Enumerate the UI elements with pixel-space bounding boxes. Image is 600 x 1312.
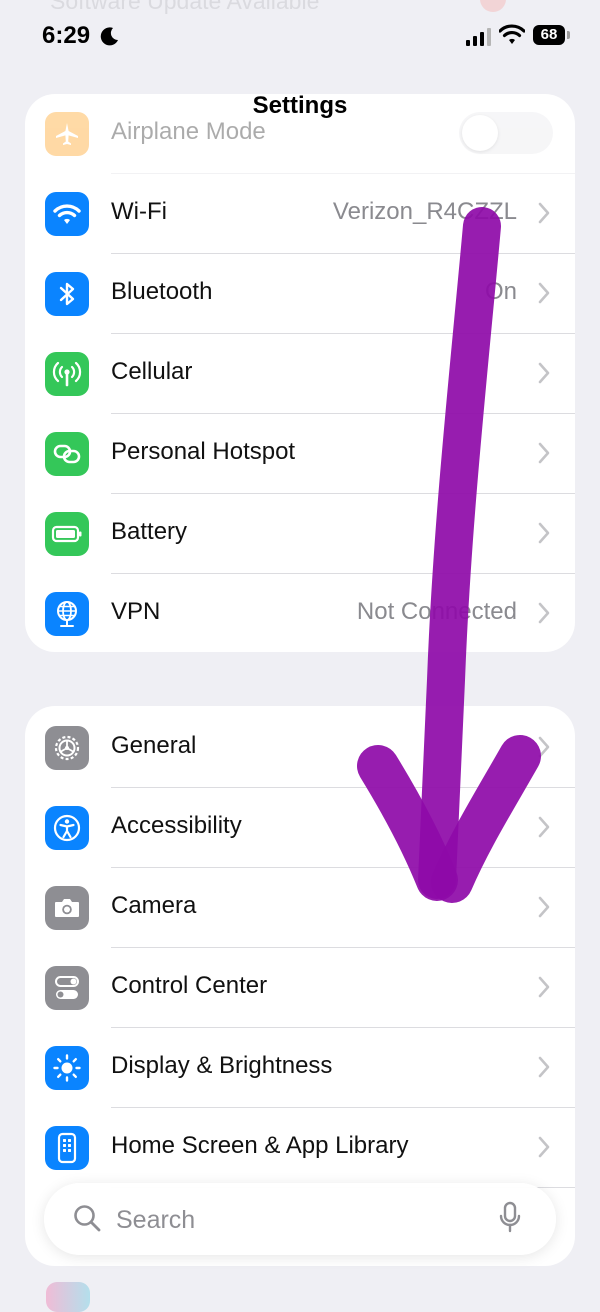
microphone-icon[interactable]	[498, 1201, 522, 1235]
row-label: Airplane Mode	[111, 118, 266, 145]
row-label: Wi-Fi	[111, 198, 167, 225]
chevron-right-icon	[538, 976, 550, 998]
row-label: Camera	[111, 892, 197, 919]
toggle-knob	[462, 115, 498, 151]
search-input[interactable]	[114, 1201, 488, 1239]
row-label: Battery	[111, 518, 188, 545]
chevron-right-icon	[538, 602, 550, 624]
chevron-right-icon	[538, 1056, 550, 1078]
connectivity-group: Airplane Mode Wi-Fi Verizon_R4CZZL Bluet…	[25, 94, 575, 652]
sun-icon	[45, 1046, 89, 1090]
antenna-icon	[45, 352, 89, 396]
search-bar[interactable]	[44, 1183, 556, 1255]
row-label: Bluetooth	[111, 278, 213, 305]
gear-icon	[45, 726, 89, 770]
row-label: Display & Brightness	[111, 1052, 333, 1079]
battery-cap	[567, 31, 570, 39]
row-label: Cellular	[111, 358, 193, 385]
chevron-right-icon	[538, 522, 550, 544]
battery-percent: 68	[540, 26, 558, 43]
settings-row-home-screen[interactable]: Home Screen & App Library	[25, 1108, 575, 1188]
settings-row-battery[interactable]: Battery	[25, 494, 575, 574]
system-group: General Accessibility Camera Control Cen…	[25, 706, 575, 1266]
chevron-right-icon	[538, 736, 550, 758]
settings-row-vpn[interactable]: VPN Not Connected	[25, 574, 575, 652]
background-badge	[480, 0, 506, 12]
status-time: 6:29	[42, 22, 91, 49]
settings-row-wifi[interactable]: Wi-Fi Verizon_R4CZZL	[25, 174, 575, 254]
row-label: Accessibility	[111, 812, 242, 839]
battery-icon	[45, 512, 89, 556]
row-label: VPN	[111, 598, 161, 625]
vpn-status-value: Not Connected	[356, 598, 517, 625]
camera-icon	[45, 886, 89, 930]
chevron-right-icon	[538, 1136, 550, 1158]
search-icon	[74, 1205, 101, 1232]
wifi-network-value: Verizon_R4CZZL	[332, 198, 517, 225]
settings-row-general[interactable]: General	[25, 708, 575, 788]
row-label: Control Center	[111, 972, 268, 999]
wifi-icon	[45, 192, 89, 236]
next-row-icon	[46, 1282, 90, 1312]
row-label: Home Screen & App Library	[111, 1132, 409, 1159]
settings-row-bluetooth[interactable]: Bluetooth On	[25, 254, 575, 334]
battery-status: 68	[533, 25, 571, 47]
page-title: Settings	[252, 92, 348, 119]
moon-icon	[100, 27, 118, 46]
bluetooth-icon	[45, 272, 89, 316]
chevron-right-icon	[538, 816, 550, 838]
settings-row-display-brightness[interactable]: Display & Brightness	[25, 1028, 575, 1108]
chevron-right-icon	[538, 202, 550, 224]
chevron-right-icon	[538, 442, 550, 464]
settings-row-camera[interactable]: Camera	[25, 868, 575, 948]
settings-row-accessibility[interactable]: Accessibility	[25, 788, 575, 868]
chevron-right-icon	[538, 362, 550, 384]
row-label: General	[111, 732, 197, 759]
wifi-status-icon	[499, 24, 525, 44]
settings-row-control-center[interactable]: Control Center	[25, 948, 575, 1028]
accessibility-icon	[45, 806, 89, 850]
link-icon	[45, 432, 89, 476]
switches-icon	[45, 966, 89, 1010]
cellular-signal-icon	[466, 28, 491, 46]
background-banner-text: Software Update Available	[50, 0, 320, 14]
bluetooth-status-value: On	[484, 278, 517, 305]
chevron-right-icon	[538, 896, 550, 918]
settings-row-cellular[interactable]: Cellular	[25, 334, 575, 414]
row-label: Personal Hotspot	[111, 438, 296, 465]
chevron-right-icon	[538, 282, 550, 304]
phone-grid-icon	[45, 1126, 89, 1170]
settings-row-personal-hotspot[interactable]: Personal Hotspot	[25, 414, 575, 494]
globe-icon	[45, 592, 89, 636]
